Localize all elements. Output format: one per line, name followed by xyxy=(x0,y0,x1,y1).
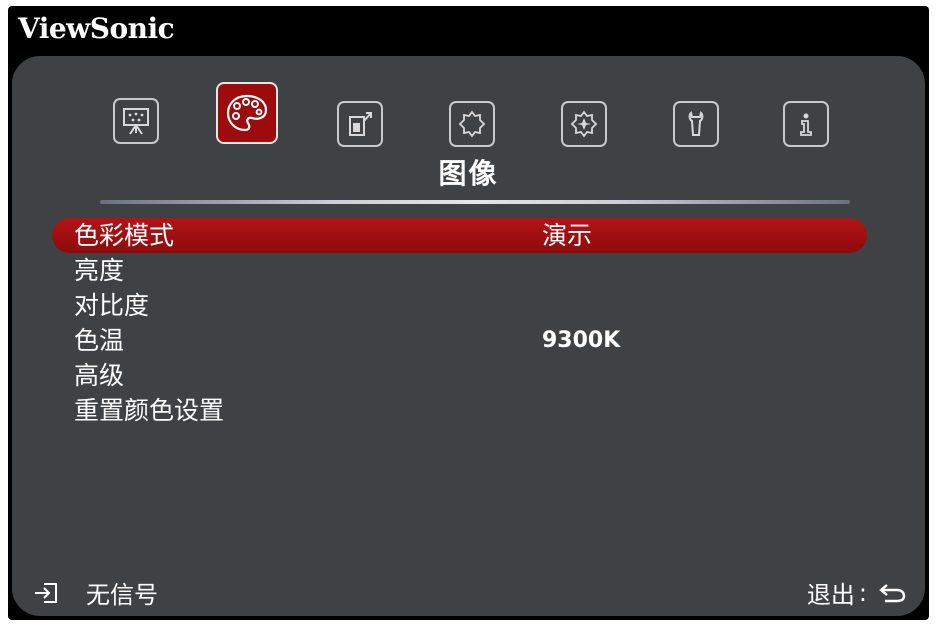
menu-item-contrast[interactable]: 对比度 xyxy=(52,288,867,323)
menu-item-brightness[interactable]: 亮度 xyxy=(52,253,867,288)
title-divider xyxy=(100,200,850,204)
exit-label: 退出 xyxy=(806,581,855,609)
menu-item-label: 对比度 xyxy=(74,291,150,320)
advanced-settings-icon xyxy=(570,110,598,138)
menu-list: 色彩模式 演示 亮度 对比度 色温 9300K 高级 重置颜色设置 xyxy=(52,218,867,428)
osd-footer: 无信号 退出 : xyxy=(12,571,925,611)
tab-information[interactable] xyxy=(783,101,829,147)
menu-item-color-mode[interactable]: 色彩模式 演示 xyxy=(52,218,867,253)
menu-tabs xyxy=(12,56,925,156)
tab-image[interactable] xyxy=(216,82,278,144)
exit-hint[interactable]: 退出 : xyxy=(807,575,907,610)
osd-menu-panel: 图像 色彩模式 演示 亮度 对比度 色温 9300K 高级 重置颜色设置 无信号… xyxy=(12,56,925,616)
wrench-icon xyxy=(688,111,704,136)
active-tab-title: 图像 xyxy=(438,157,499,190)
menu-item-label: 重置颜色设置 xyxy=(74,396,225,425)
menu-item-value: 9300K xyxy=(542,328,621,353)
tab-basic-settings[interactable] xyxy=(449,101,495,147)
palette-icon xyxy=(226,94,268,132)
menu-item-color-temperature[interactable]: 色温 9300K xyxy=(52,323,867,358)
menu-item-value: 演示 xyxy=(542,221,593,250)
tab-advanced-settings[interactable] xyxy=(561,101,607,147)
source-status: 无信号 xyxy=(32,575,158,610)
menu-item-advanced[interactable]: 高级 xyxy=(52,358,867,393)
no-signal-text: 无信号 xyxy=(86,581,158,609)
power-management-icon xyxy=(349,112,372,136)
info-icon xyxy=(800,113,812,136)
exit-separator: : xyxy=(858,578,867,607)
menu-item-label: 高级 xyxy=(74,361,125,390)
tab-display[interactable] xyxy=(113,98,159,144)
menu-item-reset-color-settings[interactable]: 重置颜色设置 xyxy=(52,393,867,428)
return-arrow-icon xyxy=(879,583,906,602)
input-source-icon xyxy=(35,582,57,603)
osd-screen: ViewSonic 图像 色彩模式 演示 亮度 对比度 色温 9300K 高级 … xyxy=(8,6,929,620)
brand-logo: ViewSonic xyxy=(18,12,175,45)
basic-settings-icon xyxy=(458,110,486,138)
menu-item-label: 色温 xyxy=(74,326,125,355)
display-icon xyxy=(123,108,149,135)
tab-power-management[interactable] xyxy=(337,101,383,147)
tab-other-settings[interactable] xyxy=(673,101,719,147)
menu-item-label: 色彩模式 xyxy=(74,221,175,250)
menu-item-label: 亮度 xyxy=(74,256,125,285)
